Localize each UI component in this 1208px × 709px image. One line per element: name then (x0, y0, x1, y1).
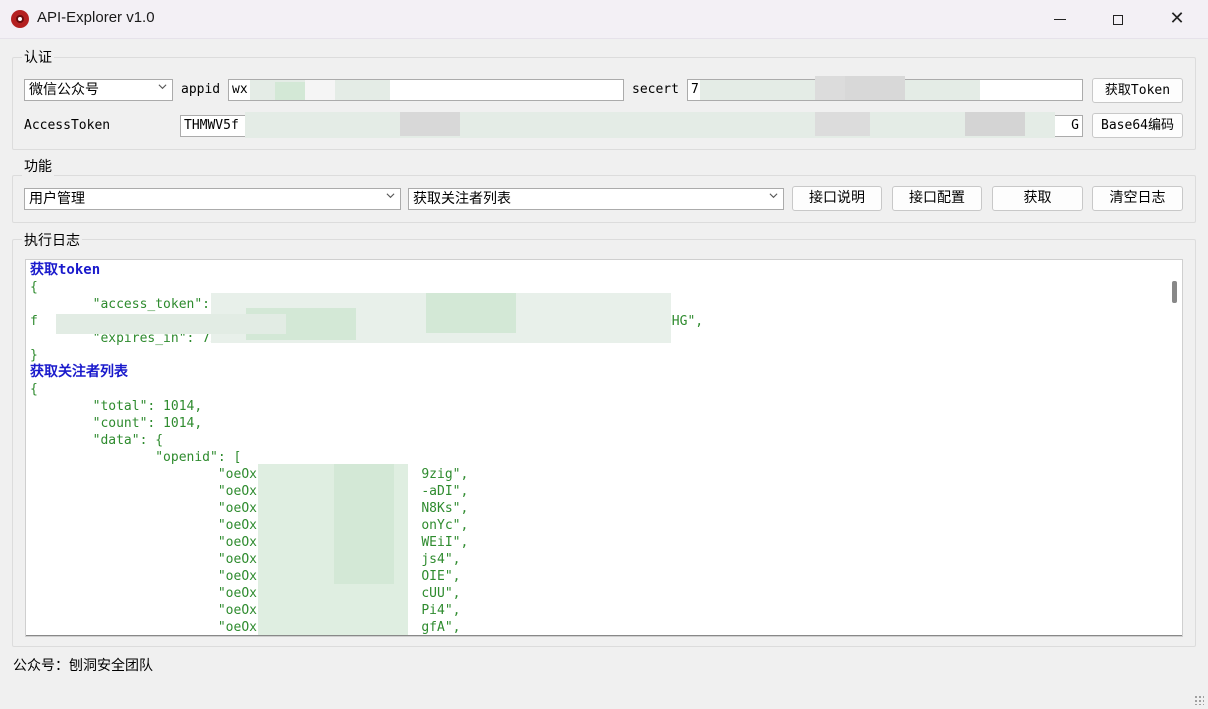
log-line: "oeOx- N8Ks", (30, 501, 469, 516)
category-select-value: 用户管理 (29, 191, 85, 207)
base64-encode-button[interactable]: Base64编码 (1092, 113, 1183, 138)
log-line: "total": 1014, (30, 399, 203, 414)
log-scrollbar-thumb[interactable] (1172, 281, 1177, 303)
window-title: API-Explorer v1.0 (37, 9, 155, 26)
api-select-value: 获取关注者列表 (413, 191, 511, 207)
redaction (334, 464, 394, 584)
appid-label: appid (181, 82, 221, 97)
log-line: "oeOx- WEiI", (30, 535, 469, 550)
redaction (965, 112, 1025, 136)
log-line: "oeOx- gfA", (30, 620, 461, 635)
minimize-button[interactable] (1031, 0, 1089, 38)
redaction (275, 82, 305, 100)
maximize-button[interactable] (1089, 0, 1147, 38)
redaction (245, 112, 1055, 138)
title-bar: API-Explorer v1.0 ✕ (0, 0, 1208, 39)
function-group-label: 功能 (22, 156, 54, 176)
log-line: "oeOx- 9zig", (30, 467, 469, 482)
platform-select[interactable]: 微信公众号 (24, 79, 173, 101)
log-line: "data": { (30, 433, 164, 448)
category-select[interactable]: 用户管理 (24, 188, 401, 210)
app-gear-icon (11, 10, 29, 28)
redaction (845, 76, 905, 100)
secret-value: 7 (691, 82, 699, 97)
log-line: } (30, 348, 38, 363)
redaction (305, 80, 335, 100)
chevron-down-icon (769, 193, 778, 199)
appid-value: wx (232, 82, 248, 97)
redaction (56, 314, 286, 334)
auth-group-label: 认证 (22, 47, 54, 67)
api-doc-button[interactable]: 接口说明 (792, 186, 882, 211)
access-token-tail: G (1071, 118, 1079, 133)
clear-log-button[interactable]: 清空日志 (1092, 186, 1183, 211)
log-line: { (30, 382, 38, 397)
log-section-header: 获取token (30, 262, 101, 278)
access-token-label: AccessToken (24, 118, 111, 133)
minimize-icon (1054, 19, 1066, 20)
maximize-icon (1113, 14, 1123, 25)
log-output[interactable]: 获取token{ "access_token": WVTpk-f YBAAGAQ… (25, 259, 1183, 637)
close-button[interactable]: ✕ (1148, 0, 1206, 38)
log-group-label: 执行日志 (22, 230, 82, 250)
get-token-button[interactable]: 获取Token (1092, 78, 1183, 103)
close-icon: ✕ (1169, 8, 1185, 29)
api-select[interactable]: 获取关注者列表 (408, 188, 784, 210)
log-section-header: 获取关注者列表 (30, 364, 128, 380)
log-scrollbar[interactable] (1165, 260, 1182, 636)
redaction (815, 76, 845, 100)
status-bar-text: 公众号：刨洞安全团队 (13, 658, 153, 674)
fetch-button[interactable]: 获取 (992, 186, 1083, 211)
resize-grip-icon[interactable] (1194, 695, 1204, 705)
access-token-value: THMWV5f (184, 118, 239, 133)
chevron-down-icon (158, 84, 167, 90)
log-line: "oeOx- -aDI", (30, 484, 469, 499)
redaction (400, 112, 460, 136)
redaction (426, 293, 516, 333)
log-line: "oeOx- cUU", (30, 586, 461, 601)
log-line: "count": 1014, (30, 416, 203, 431)
log-line: "oeOx- js4", (30, 552, 461, 567)
log-line: "oeOx- onYc", (30, 518, 469, 533)
platform-select-value: 微信公众号 (29, 82, 99, 98)
log-line: "openid": [ (30, 450, 242, 465)
log-line: "oeOx- OIE", (30, 569, 461, 584)
redaction (815, 112, 870, 136)
log-line: "oeOx- Pi4", (30, 603, 461, 618)
log-bottom-border (26, 635, 1182, 636)
api-config-button[interactable]: 接口配置 (892, 186, 982, 211)
chevron-down-icon (386, 193, 395, 199)
secret-label: secert (632, 82, 679, 97)
